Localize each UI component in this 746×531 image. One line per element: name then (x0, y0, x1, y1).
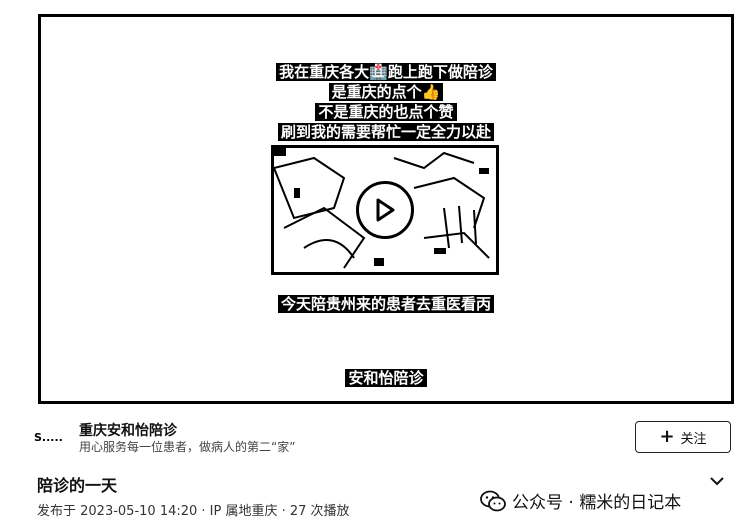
video-caption-4: 刷到我的需要帮忙一定全力以赴 (277, 123, 494, 141)
video-brand-caption: 安和怡陪诊 (345, 369, 427, 387)
author-description: 用心服务每一位患者，做病人的第二“家” (79, 440, 296, 454)
video-caption-block: 我在重庆各大🏥跑上跑下做陪诊 是重庆的点个👍 不是重庆的也点个赞 刷到我的需要帮… (41, 63, 731, 141)
wechat-icon (480, 490, 506, 511)
video-player[interactable]: 我在重庆各大🏥跑上跑下做陪诊 是重庆的点个👍 不是重庆的也点个赞 刷到我的需要帮… (38, 14, 734, 404)
watermark-text: 公众号 · 糯米的日记本 (512, 493, 682, 513)
video-thumbnail[interactable] (271, 145, 499, 275)
chevron-down-icon[interactable] (710, 476, 724, 486)
video-caption-1: 我在重庆各大🏥跑上跑下做陪诊 (276, 63, 496, 81)
wechat-watermark: 公众号 · 糯米的日记本 (480, 488, 681, 513)
play-icon (376, 198, 395, 222)
play-button[interactable] (356, 181, 414, 239)
author-row: S..... 重庆安和怡陪诊 用心服务每一位患者，做病人的第二“家” + 关注 (34, 420, 734, 460)
video-caption-3: 不是重庆的也点个赞 (315, 103, 457, 121)
video-caption-2: 是重庆的点个👍 (328, 83, 444, 101)
post-meta: 发布于 2023-05-10 14:20 · IP 属地重庆 · 27 次播放 (37, 504, 350, 519)
plus-icon: + (659, 426, 675, 447)
avatar[interactable]: S..... (34, 426, 70, 448)
video-subtitle: 今天陪贵州来的患者去重医看丙 (277, 295, 494, 313)
post-title: 陪诊的一天 (37, 476, 118, 495)
author-name[interactable]: 重庆安和怡陪诊 (79, 420, 177, 440)
follow-button[interactable]: + 关注 (635, 421, 731, 453)
follow-label: 关注 (680, 431, 707, 447)
